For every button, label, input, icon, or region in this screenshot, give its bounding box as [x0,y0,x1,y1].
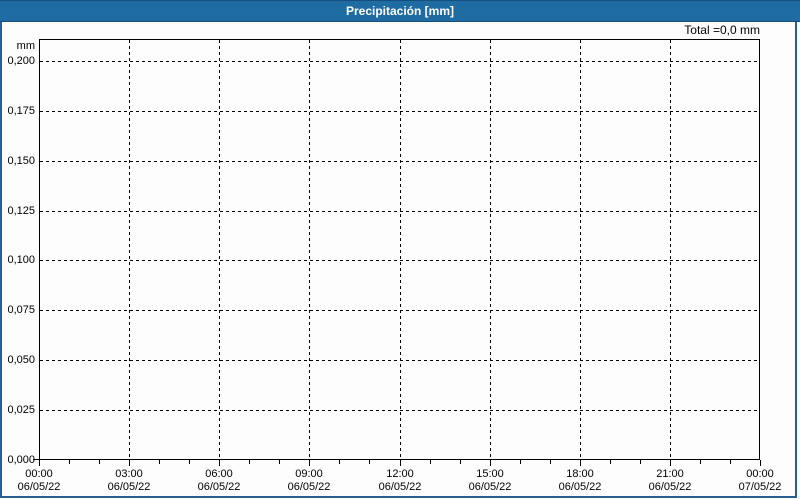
x-tick-date-label: 07/05/22 [738,481,782,493]
y-tick-label: 0,075 [7,304,35,316]
gridline-vertical [490,40,491,459]
x-axis-minor-tick [369,460,370,464]
chart-title: Precipitación [mm] [345,4,455,18]
x-tick-time-label: 21:00 [656,468,684,480]
y-axis-unit-label: mm [16,40,35,52]
total-annotation: Total =0,0 mm [684,23,760,37]
x-axis-minor-tick [460,460,461,464]
gridline-vertical [580,40,581,459]
y-tick-label: 0,100 [7,254,35,266]
y-tick-label: 0,050 [7,354,35,366]
x-axis-major-tick [39,460,40,466]
x-axis-minor-tick [189,460,190,464]
x-axis-major-tick [760,460,761,466]
x-axis-minor-tick [99,460,100,464]
y-tick-label: 0,150 [7,155,35,167]
x-axis-major-tick [670,460,671,466]
chart-window: Precipitación [mm] Total =0,0 mm mm 0,20… [0,0,800,500]
x-axis-minor-tick [520,460,521,464]
x-tick-time-label: 09:00 [295,468,323,480]
x-tick-date-label: 06/05/22 [378,481,422,493]
x-axis-major-tick [580,460,581,466]
x-axis-minor-tick [279,460,280,464]
x-tick-time-label: 15:00 [476,468,504,480]
x-tick-time-label: 18:00 [566,468,594,480]
gridline-vertical [219,40,220,459]
x-axis-major-tick [309,460,310,466]
y-tick-label: 0,200 [7,55,35,67]
x-tick-time-label: 00:00 [25,468,53,480]
chart-title-bar: Precipitación [mm] [0,0,800,22]
y-tick-label: 0,175 [7,105,35,117]
x-axis-minor-tick [640,460,641,464]
gridline-vertical [309,40,310,459]
gridline-vertical [670,40,671,459]
x-tick-date-label: 06/05/22 [197,481,241,493]
x-axis-minor-tick [69,460,70,464]
window-border-bottom [0,496,797,498]
x-tick-time-label: 06:00 [205,468,233,480]
window-border-right [795,22,797,498]
x-tick-date-label: 06/05/22 [648,481,692,493]
x-tick-date-label: 06/05/22 [287,481,331,493]
x-tick-date-label: 06/05/22 [468,481,512,493]
gridline-vertical [129,40,130,459]
x-axis-major-tick [219,460,220,466]
x-tick-time-label: 12:00 [386,468,414,480]
x-axis-major-tick [400,460,401,466]
gridline-vertical [400,40,401,459]
x-axis-minor-tick [430,460,431,464]
y-tick-label: 0,125 [7,205,35,217]
x-axis-major-tick [490,460,491,466]
x-axis-minor-tick [159,460,160,464]
y-tick-label: 0,025 [7,404,35,416]
x-axis-minor-tick [700,460,701,464]
x-axis-minor-tick [730,460,731,464]
x-axis-minor-tick [550,460,551,464]
x-axis-minor-tick [610,460,611,464]
y-tick-label: 0,000 [7,454,35,466]
x-axis-minor-tick [339,460,340,464]
x-tick-time-label: 03:00 [115,468,143,480]
x-axis-minor-tick [249,460,250,464]
x-axis-major-tick [129,460,130,466]
x-tick-date-label: 06/05/22 [107,481,151,493]
chart-content: Total =0,0 mm mm 0,200 0,175 0,150 0,125 0,1… [0,22,800,500]
x-tick-date-label: 06/05/22 [17,481,61,493]
x-tick-date-label: 06/05/22 [558,481,602,493]
x-tick-time-label: 00:00 [746,468,774,480]
